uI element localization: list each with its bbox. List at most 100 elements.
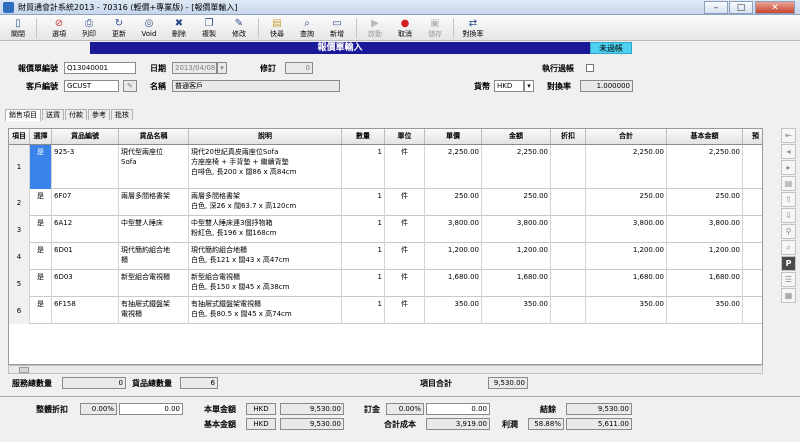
move-down-button[interactable]: ⇩ <box>781 208 796 223</box>
date-field[interactable]: 2013/04/08 <box>172 62 217 74</box>
deposit-pct-field[interactable]: 0.00% <box>386 403 424 415</box>
customer-name-field[interactable]: 普通客戶 <box>172 80 340 92</box>
overall-discount-amount-field[interactable]: 0.00 <box>119 403 183 415</box>
cell-unit[interactable]: 件 <box>385 297 425 324</box>
cell-unit[interactable]: 件 <box>385 270 425 297</box>
table-row[interactable]: 6 是 6F158 有抽屜式鐵盤架 電視櫃 有抽屜式鐵盤架電視櫃 白色, 長80.5 x… <box>9 297 762 324</box>
search-button[interactable]: ⌕ 查詢 <box>292 17 322 39</box>
cell-total[interactable]: 350.00 <box>586 297 667 324</box>
cell-name[interactable]: 現代簡約組合地 櫃 <box>119 243 189 270</box>
tab-delivery[interactable]: 送貨 <box>42 109 64 120</box>
cell-discount[interactable] <box>551 189 586 216</box>
cell-item-no[interactable]: 4 <box>9 243 30 270</box>
cell-description[interactable]: 現代簡約組合地櫃 白色, 長121 x 闊43 x 高47cm <box>189 243 342 270</box>
col-header-price[interactable]: 單價 <box>425 129 482 144</box>
cell-select[interactable]: 是 <box>30 189 52 216</box>
col-header-total[interactable]: 合計 <box>586 129 667 144</box>
cell-name[interactable]: 新型組合電視櫃 <box>119 270 189 297</box>
cell-extra[interactable] <box>743 189 762 216</box>
cell-unit[interactable]: 件 <box>385 189 425 216</box>
customer-lookup-button[interactable]: ✎ <box>123 80 137 92</box>
execute-posting-checkbox[interactable] <box>586 64 594 72</box>
void-button[interactable]: ◎ Void <box>134 17 164 39</box>
col-header-item[interactable]: 項目 <box>9 129 30 144</box>
refresh-button[interactable]: ↻ 更新 <box>104 17 134 39</box>
table-row[interactable]: 4 是 6D01 現代簡約組合地 櫃現代簡約組合地櫃 白色, 長121 x 闊43 x… <box>9 243 762 270</box>
save-button[interactable]: ▣ 儲存 <box>420 17 450 39</box>
options-button[interactable]: ⊘ 選項 <box>44 17 74 39</box>
tab-approval[interactable]: 批核 <box>111 109 133 120</box>
items-total-field[interactable]: 9,530.00 <box>488 377 528 389</box>
cell-code[interactable]: 6F07 <box>52 189 119 216</box>
currency-select[interactable]: HKD <box>494 80 524 92</box>
balance-field[interactable]: 9,530.00 <box>566 403 632 415</box>
cell-code[interactable]: 6D01 <box>52 243 119 270</box>
cell-amount[interactable]: 1,680.00 <box>482 270 551 297</box>
maximize-button[interactable]: □ <box>729 1 753 14</box>
profit-field[interactable]: 5,611.00 <box>566 418 632 430</box>
cell-base-amount[interactable]: 1,200.00 <box>667 243 743 270</box>
cell-amount[interactable]: 250.00 <box>482 189 551 216</box>
cell-description[interactable]: 中型雙人睡床連3個抒物箱 粉紅色, 長196 x 闊168cm <box>189 216 342 243</box>
doc-amount-field[interactable]: 9,530.00 <box>280 403 344 415</box>
cell-unit[interactable]: 件 <box>385 145 425 189</box>
delete-button[interactable]: ✖ 刪除 <box>164 17 194 39</box>
new-button[interactable]: ▭ 新增 <box>322 17 352 39</box>
grid-view-button[interactable]: ▦ <box>781 288 796 303</box>
cell-code[interactable]: 6A12 <box>52 216 119 243</box>
cell-name[interactable]: 現代型兩座位 Sofa <box>119 145 189 189</box>
cell-item-no[interactable]: 3 <box>9 216 30 243</box>
cell-qty[interactable]: 1 <box>342 145 385 189</box>
cell-price[interactable]: 1,200.00 <box>425 243 482 270</box>
quote-no-field[interactable]: Q13040001 <box>64 62 136 74</box>
cell-extra[interactable] <box>743 270 762 297</box>
col-header-code[interactable]: 貨品編號 <box>52 129 119 144</box>
cell-extra[interactable] <box>743 243 762 270</box>
cell-price[interactable]: 2,250.00 <box>425 145 482 189</box>
cell-qty[interactable]: 1 <box>342 216 385 243</box>
cell-extra[interactable] <box>743 297 762 324</box>
profit-pct-field[interactable]: 58.88% <box>528 418 564 430</box>
edit-button[interactable]: ✎ 修改 <box>224 17 254 39</box>
cell-qty[interactable]: 1 <box>342 243 385 270</box>
cell-select[interactable]: 是 <box>30 145 52 189</box>
col-header-description[interactable]: 說明 <box>189 129 342 144</box>
total-cost-field[interactable]: 3,919.00 <box>426 418 490 430</box>
cell-discount[interactable] <box>551 216 586 243</box>
attach-button[interactable]: ⚲ <box>781 224 796 239</box>
cell-base-amount[interactable]: 3,800.00 <box>667 216 743 243</box>
cell-price[interactable]: 3,800.00 <box>425 216 482 243</box>
cell-amount[interactable]: 2,250.00 <box>482 145 551 189</box>
cell-total[interactable]: 2,250.00 <box>586 145 667 189</box>
tab-payment[interactable]: 付款 <box>65 109 87 120</box>
items-grid[interactable]: 項目 選擇 貨品編號 貨品名稱 說明 數量 單位 單價 金額 折扣 合計 基本金… <box>8 128 763 365</box>
cell-price[interactable]: 250.00 <box>425 189 482 216</box>
quick-find-button[interactable]: ▤ 快尋 <box>262 17 292 39</box>
cell-unit[interactable]: 件 <box>385 216 425 243</box>
close-toolbar-button[interactable]: ▯ 關閉 <box>3 17 33 39</box>
cell-name[interactable]: 中型雙人睡床 <box>119 216 189 243</box>
cell-description[interactable]: 現代20世紀真皮兩座位Sofa 方座座椅 + 手背墊 + 繼續背墊 白啡色, 長… <box>189 145 342 189</box>
cell-base-amount[interactable]: 1,680.00 <box>667 270 743 297</box>
cell-name[interactable]: 有抽屜式鐵盤架 電視櫃 <box>119 297 189 324</box>
col-header-extra[interactable]: 預 <box>743 129 762 144</box>
cell-code[interactable]: 6F158 <box>52 297 119 324</box>
rate-field[interactable]: 1.000000 <box>580 80 633 92</box>
col-header-discount[interactable]: 折扣 <box>551 129 586 144</box>
cell-discount[interactable] <box>551 297 586 324</box>
price-button[interactable]: P <box>781 256 796 271</box>
cell-select[interactable]: 是 <box>30 216 52 243</box>
cell-discount[interactable] <box>551 243 586 270</box>
cell-total[interactable]: 1,680.00 <box>586 270 667 297</box>
cell-total[interactable]: 3,800.00 <box>586 216 667 243</box>
col-header-select[interactable]: 選擇 <box>30 129 52 144</box>
cancel-button[interactable]: ● 取消 <box>390 17 420 39</box>
minimize-button[interactable]: – <box>704 1 728 14</box>
revision-field[interactable]: 0 <box>285 62 313 74</box>
first-record-button[interactable]: ⇤ <box>781 128 796 143</box>
cell-discount[interactable] <box>551 145 586 189</box>
date-dropdown-arrow[interactable]: ▾ <box>217 62 227 74</box>
next-record-button[interactable]: ▸ <box>781 160 796 175</box>
cell-base-amount[interactable]: 2,250.00 <box>667 145 743 189</box>
cell-total[interactable]: 1,200.00 <box>586 243 667 270</box>
